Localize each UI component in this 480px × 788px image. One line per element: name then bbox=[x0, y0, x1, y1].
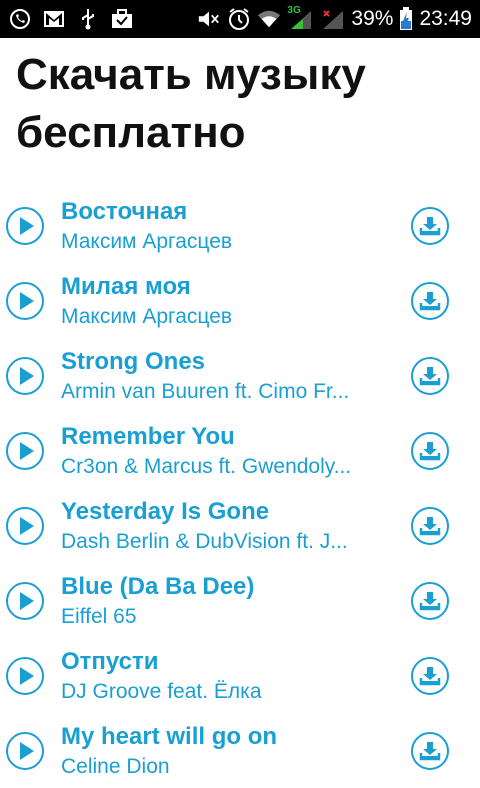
play-icon[interactable] bbox=[6, 732, 44, 770]
play-icon[interactable] bbox=[6, 657, 44, 695]
briefcase-icon bbox=[110, 7, 134, 31]
play-icon[interactable] bbox=[6, 282, 44, 320]
mute-icon bbox=[197, 7, 221, 31]
signal-3g-icon: 3G bbox=[287, 5, 315, 31]
list-item[interactable]: Remember You Cr3on & Marcus ft. Gwendoly… bbox=[0, 413, 480, 488]
download-icon[interactable] bbox=[411, 657, 449, 695]
track-artist: Максим Аргасцев bbox=[61, 230, 233, 253]
play-triangle bbox=[20, 667, 34, 685]
download-icon[interactable] bbox=[411, 732, 449, 770]
track-title: Remember You bbox=[61, 423, 235, 450]
track-artist: Cr3on & Marcus ft. Gwendoly... bbox=[61, 455, 352, 478]
list-item[interactable]: Blue (Da Ba Dee) Eiffel 65 bbox=[0, 563, 480, 638]
list-item[interactable]: My heart will go on Celine Dion bbox=[0, 713, 480, 788]
play-triangle bbox=[20, 367, 34, 385]
play-triangle bbox=[20, 217, 34, 235]
list-item[interactable]: Отпусти DJ Groove feat. Ёлка bbox=[0, 638, 480, 713]
download-icon[interactable] bbox=[411, 357, 449, 395]
track-list[interactable]: Восточная Максим Аргасцев Милая моя Макс… bbox=[0, 188, 480, 788]
track-artist: Celine Dion bbox=[61, 755, 170, 778]
play-icon[interactable] bbox=[6, 582, 44, 620]
track-title: Милая моя bbox=[61, 273, 191, 300]
track-artist: Максим Аргасцев bbox=[61, 305, 233, 328]
list-item[interactable]: Yesterday Is Gone Dash Berlin & DubVisio… bbox=[0, 488, 480, 563]
track-title: Blue (Da Ba Dee) bbox=[61, 573, 255, 600]
play-triangle bbox=[20, 742, 34, 760]
track-title: Отпусти bbox=[61, 648, 159, 675]
list-item[interactable]: Милая моя Максим Аргасцев bbox=[0, 263, 480, 338]
play-icon[interactable] bbox=[6, 432, 44, 470]
download-icon[interactable] bbox=[411, 282, 449, 320]
status-bar: 3G 39% 23:49 bbox=[0, 0, 480, 38]
track-title: Strong Ones bbox=[61, 348, 206, 375]
play-triangle bbox=[20, 517, 34, 535]
battery-percent: 39% bbox=[351, 7, 394, 30]
gmail-icon bbox=[42, 7, 66, 31]
list-item[interactable]: Восточная Максим Аргасцев bbox=[0, 188, 480, 263]
track-title: Yesterday Is Gone bbox=[61, 498, 270, 525]
track-artist: Eiffel 65 bbox=[61, 605, 137, 628]
play-triangle bbox=[20, 292, 34, 310]
download-icon[interactable] bbox=[411, 207, 449, 245]
download-icon[interactable] bbox=[411, 582, 449, 620]
track-artist: Armin van Buuren ft. Cimo Fr... bbox=[61, 380, 350, 403]
track-artist: Dash Berlin & DubVision ft. J... bbox=[61, 530, 348, 553]
track-title: My heart will go on bbox=[61, 723, 278, 750]
page-title: Скачать музыку бесплатно bbox=[16, 50, 366, 157]
wifi-icon bbox=[257, 7, 281, 31]
alarm-icon bbox=[227, 7, 251, 31]
signal-x-icon bbox=[321, 7, 345, 31]
play-icon[interactable] bbox=[6, 207, 44, 245]
list-item[interactable]: Strong Ones Armin van Buuren ft. Cimo Fr… bbox=[0, 338, 480, 413]
track-artist: DJ Groove feat. Ёлка bbox=[61, 680, 262, 703]
play-triangle bbox=[20, 592, 34, 610]
download-icon[interactable] bbox=[411, 432, 449, 470]
play-icon[interactable] bbox=[6, 507, 44, 545]
usb-icon bbox=[76, 7, 100, 31]
viber-icon bbox=[8, 7, 32, 31]
battery-charging-icon bbox=[399, 7, 413, 31]
clock: 23:49 bbox=[419, 7, 472, 30]
download-icon[interactable] bbox=[411, 507, 449, 545]
network-type: 3G bbox=[287, 5, 301, 16]
track-title: Восточная bbox=[61, 198, 188, 225]
play-icon[interactable] bbox=[6, 357, 44, 395]
play-triangle bbox=[20, 442, 34, 460]
